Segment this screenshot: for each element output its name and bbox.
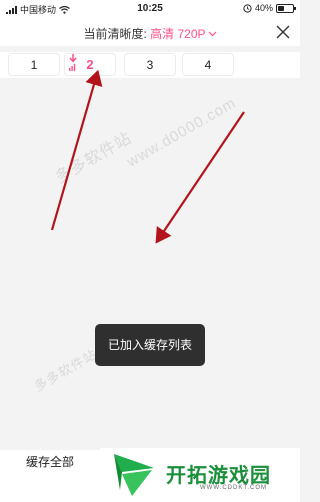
quality-label: 当前清晰度: xyxy=(83,27,147,41)
episode-button-2[interactable]: 2 xyxy=(64,53,116,76)
battery-icon xyxy=(276,3,296,13)
quality-value: 高清 720P xyxy=(150,27,206,41)
episode-grid: 1 2 3 4 xyxy=(0,52,300,78)
content-area: 多多软件站 www.d0000.com 多多软件站 已加入缓存列表 xyxy=(0,78,300,450)
download-icon xyxy=(69,54,77,71)
logo-mark-icon xyxy=(114,454,154,496)
episode-number: 2 xyxy=(86,57,94,72)
logo-name: 开拓游戏园 xyxy=(166,465,271,487)
watermark-text: 多多软件站 xyxy=(52,129,135,187)
status-right: 40% xyxy=(243,3,296,13)
episode-button-4[interactable]: 4 xyxy=(182,53,234,76)
watermark-text: 多多软件站 xyxy=(31,346,100,395)
episode-number: 4 xyxy=(204,58,212,72)
episode-number: 3 xyxy=(146,58,154,72)
episode-button-1[interactable]: 1 xyxy=(8,53,60,76)
episode-number: 1 xyxy=(30,58,38,72)
close-icon xyxy=(276,25,290,39)
close-button[interactable] xyxy=(274,23,292,41)
toast-message: 已加入缓存列表 xyxy=(95,324,205,366)
site-logo: 开拓游戏园 WWW.CDDKT.COM xyxy=(100,448,300,502)
chevron-down-icon xyxy=(208,29,217,39)
quality-dropdown[interactable]: 高清 720P xyxy=(150,27,216,41)
alarm-icon xyxy=(243,3,252,13)
quality-row: 当前清晰度: 高清 720P xyxy=(0,25,300,42)
cache-all-button[interactable]: 缓存全部 xyxy=(0,450,100,470)
header: 当前清晰度: 高清 720P xyxy=(0,18,300,46)
battery-fill xyxy=(278,5,284,11)
episode-button-3[interactable]: 3 xyxy=(124,53,176,76)
watermark-text: www.d0000.com xyxy=(123,94,240,171)
status-bar: 中国移动 10:25 40% xyxy=(0,0,300,18)
battery-percent: 40% xyxy=(254,3,273,13)
logo-url: WWW.CDDKT.COM xyxy=(200,485,267,491)
